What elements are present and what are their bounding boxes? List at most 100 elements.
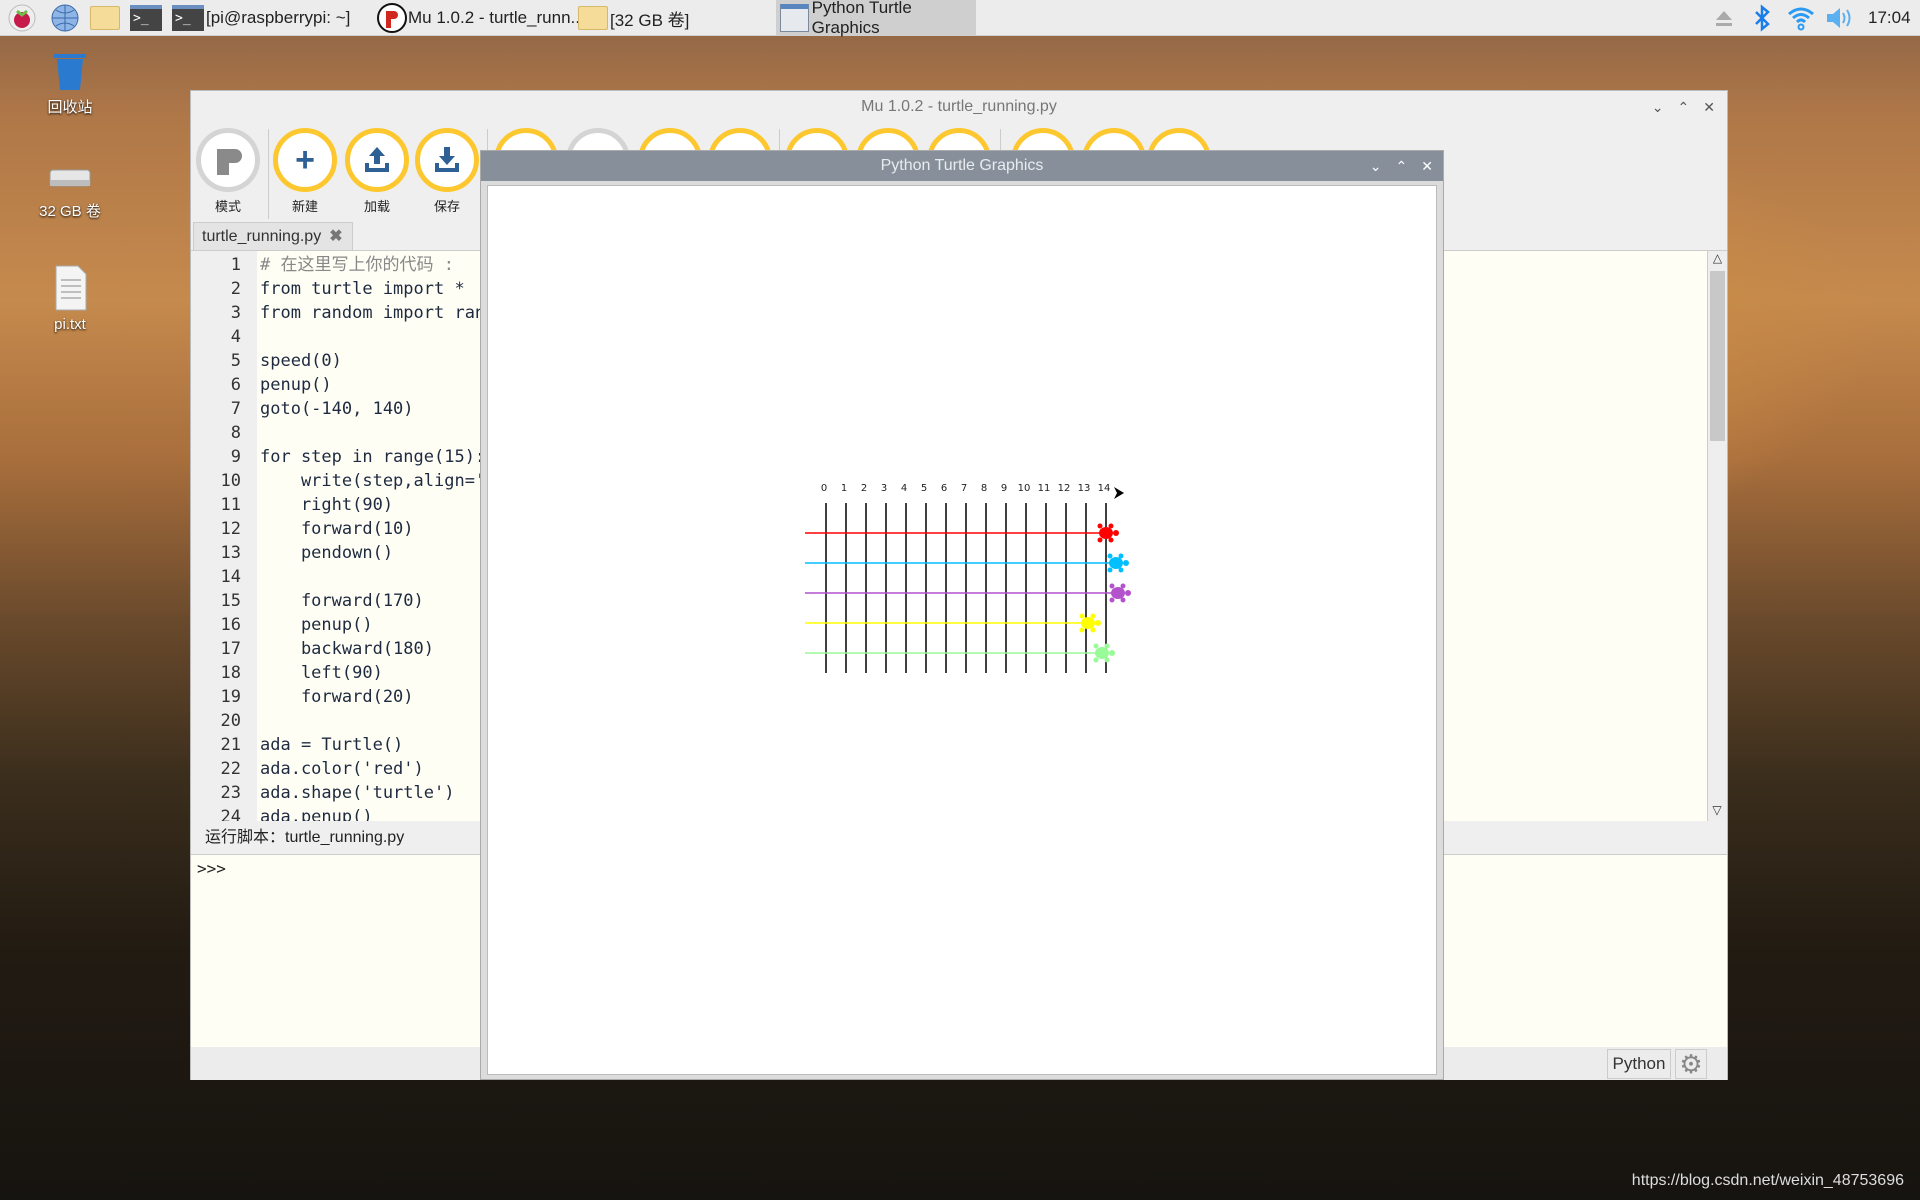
step-label: 14 bbox=[1098, 483, 1111, 494]
settings-gear-icon[interactable]: ⚙ bbox=[1675, 1049, 1707, 1079]
code-line: from turtle import * bbox=[260, 279, 465, 299]
raspberry-menu-icon[interactable] bbox=[8, 0, 36, 36]
line-number: 6 bbox=[230, 375, 241, 395]
desktop-trash[interactable]: 回收站 bbox=[20, 48, 120, 117]
turtle-racer-icon bbox=[1079, 613, 1101, 633]
code-line: speed(0) bbox=[260, 351, 342, 371]
drive-icon bbox=[49, 169, 91, 187]
mode-icon bbox=[217, 149, 242, 175]
step-label: 11 bbox=[1038, 483, 1051, 494]
line-number: 5 bbox=[230, 351, 241, 371]
turtle-racer-icon bbox=[1109, 583, 1131, 603]
line-number: 15 bbox=[220, 591, 241, 611]
code-line: ada = Turtle() bbox=[260, 735, 404, 755]
line-number: 24 bbox=[220, 807, 241, 821]
code-line: right(90) bbox=[260, 495, 394, 515]
line-number: 13 bbox=[220, 543, 241, 563]
step-label: 0 bbox=[821, 483, 827, 494]
eject-icon[interactable] bbox=[1714, 0, 1734, 36]
editor-scrollbar[interactable]: △ ▽ bbox=[1707, 251, 1727, 821]
step-label: 6 bbox=[941, 483, 947, 494]
step-label: 5 bbox=[921, 483, 927, 494]
step-label: 13 bbox=[1078, 483, 1091, 494]
line-number: 17 bbox=[220, 639, 241, 659]
taskbar-terminal-window[interactable]: >_ [pi@raspberrypi: ~] bbox=[172, 0, 350, 36]
arrow-turtle-icon bbox=[1114, 487, 1124, 499]
code-line: ada.shape('turtle') bbox=[260, 783, 455, 803]
code-line: for step in range(15): bbox=[260, 447, 480, 467]
line-number: 23 bbox=[220, 783, 241, 803]
step-label: 10 bbox=[1018, 483, 1031, 494]
step-label: 2 bbox=[861, 483, 867, 494]
upload-icon bbox=[365, 147, 389, 172]
taskbar-mu-window[interactable]: Mu 1.0.2 - turtle_runn... bbox=[376, 0, 585, 36]
save-button[interactable] bbox=[415, 128, 479, 192]
line-number: 16 bbox=[220, 615, 241, 635]
wifi-icon[interactable] bbox=[1786, 0, 1816, 36]
step-label: 9 bbox=[1001, 483, 1007, 494]
code-line: from random import ran bbox=[260, 303, 480, 323]
maximize-icon[interactable]: ⌃ bbox=[1678, 99, 1690, 116]
line-number: 11 bbox=[220, 495, 241, 515]
mode-indicator-button[interactable]: Python bbox=[1607, 1049, 1671, 1079]
close-icon[interactable]: ✕ bbox=[1703, 99, 1715, 116]
window-title: Mu 1.0.2 - turtle_running.py bbox=[861, 98, 1057, 115]
browser-icon[interactable] bbox=[50, 0, 80, 36]
plus-icon: + bbox=[295, 140, 315, 179]
line-number: 9 bbox=[230, 447, 241, 467]
minimize-icon[interactable]: ⌄ bbox=[1652, 99, 1664, 116]
turtle-racer-icon bbox=[1093, 643, 1115, 663]
step-label: 8 bbox=[981, 483, 987, 494]
line-number: 21 bbox=[220, 735, 241, 755]
load-button[interactable] bbox=[345, 128, 409, 192]
maximize-icon[interactable]: ⌃ bbox=[1396, 151, 1408, 181]
mode-button[interactable] bbox=[196, 128, 260, 192]
turtle-racer-icon bbox=[1097, 523, 1119, 543]
scroll-down-icon[interactable]: ▽ bbox=[1708, 803, 1726, 821]
clock[interactable]: 17:04 bbox=[1868, 0, 1911, 36]
window-title: Python Turtle Graphics ⌄ ⌃ ✕ bbox=[481, 151, 1443, 181]
close-tab-icon[interactable]: ✖ bbox=[329, 228, 342, 245]
code-line: write(step,align=' bbox=[260, 471, 480, 491]
scrollbar-thumb[interactable] bbox=[1710, 271, 1725, 441]
file-manager-icon[interactable] bbox=[90, 0, 120, 36]
taskbar-turtle-window[interactable]: Python Turtle Graphics bbox=[776, 0, 976, 37]
minimize-icon[interactable]: ⌄ bbox=[1370, 151, 1382, 181]
line-number: 3 bbox=[230, 303, 241, 323]
code-line: forward(170) bbox=[260, 591, 424, 611]
line-number: 8 bbox=[230, 423, 241, 443]
close-icon[interactable]: ✕ bbox=[1421, 151, 1433, 181]
taskbar: >_ >_ [pi@raspberrypi: ~] Mu 1.0.2 - turt… bbox=[0, 0, 1920, 37]
download-icon bbox=[435, 147, 459, 172]
line-number: 7 bbox=[230, 399, 241, 419]
line-number: 22 bbox=[220, 759, 241, 779]
line-number: 19 bbox=[220, 687, 241, 707]
step-label: 1 bbox=[841, 483, 847, 494]
folder-icon bbox=[578, 6, 608, 30]
line-number: 2 bbox=[230, 279, 241, 299]
code-line: penup() bbox=[260, 615, 373, 635]
desktop-file-pi-txt[interactable]: pi.txt bbox=[20, 264, 120, 333]
code-line: # 在这里写上你的代码 : bbox=[260, 255, 454, 275]
code-line: ada.color('red') bbox=[260, 759, 424, 779]
scroll-up-icon[interactable]: △ bbox=[1708, 251, 1727, 269]
turtle-canvas[interactable]: 0 1 2 3 4 5 6 7 8 9 10 11 12 13 14 bbox=[487, 185, 1437, 1075]
tab-turtle-running[interactable]: turtle_running.py ✖ bbox=[193, 222, 353, 250]
line-number: 10 bbox=[220, 471, 241, 491]
terminal-icon[interactable]: >_ bbox=[130, 0, 162, 36]
line-number: 14 bbox=[220, 567, 241, 587]
code-line: goto(-140, 140) bbox=[260, 399, 414, 419]
desktop-drive[interactable]: 32 GB 卷 bbox=[20, 160, 120, 221]
text-file-icon bbox=[55, 265, 87, 311]
code-line: left(90) bbox=[260, 663, 383, 683]
line-number: 1 bbox=[230, 255, 241, 275]
taskbar-folder-window[interactable]: [32 GB 卷] bbox=[578, 0, 689, 36]
volume-icon[interactable] bbox=[1824, 0, 1854, 36]
code-line: penup() bbox=[260, 375, 332, 395]
bluetooth-icon[interactable] bbox=[1752, 0, 1772, 36]
new-button[interactable]: + bbox=[273, 128, 337, 192]
watermark: https://blog.csdn.net/weixin_48753696 bbox=[1631, 1172, 1904, 1189]
step-label: 12 bbox=[1058, 483, 1071, 494]
